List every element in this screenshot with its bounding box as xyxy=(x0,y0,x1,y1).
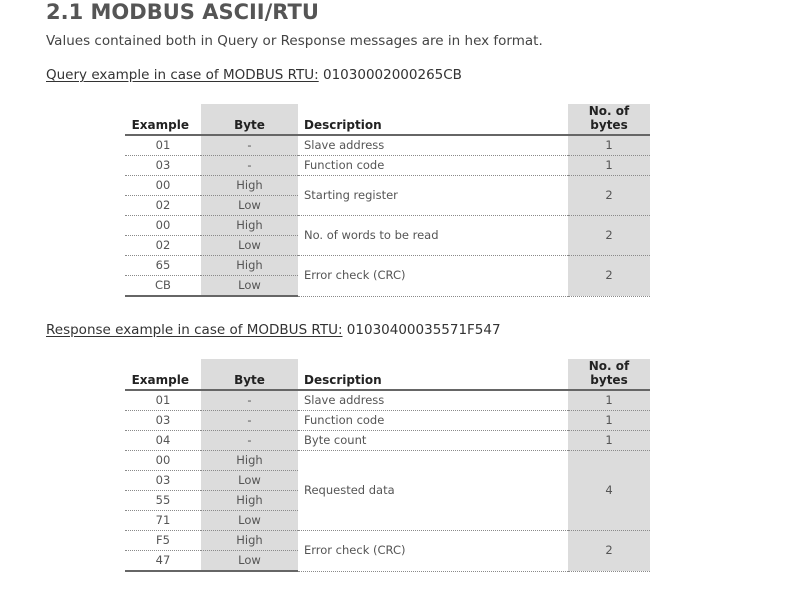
byte-cell: - xyxy=(201,390,298,411)
response-example-label: Response example in case of MODBUS RTU: xyxy=(46,322,343,338)
description-cell: Slave address xyxy=(298,390,568,411)
bytes-cell: 1 xyxy=(568,410,650,431)
example-cell: 03 xyxy=(125,470,201,491)
description-cell: Starting register xyxy=(298,175,568,216)
query-example-line: Query example in case of MODBUS RTU: 010… xyxy=(46,67,462,83)
query-table-header-row: Example Byte Description No. of bytes xyxy=(125,104,650,136)
description-cell: Requested data xyxy=(298,450,568,531)
byte-cell: High xyxy=(201,215,298,236)
example-cell: 03 xyxy=(125,155,201,176)
example-cell: 04 xyxy=(125,430,201,451)
description-cell: Slave address xyxy=(298,135,568,156)
example-cell: 65 xyxy=(125,255,201,276)
table-row: 03 - Function code 1 xyxy=(125,410,650,431)
query-example-label: Query example in case of MODBUS RTU: xyxy=(46,67,319,83)
example-cell: 00 xyxy=(125,450,201,471)
byte-cell: Low xyxy=(201,235,298,256)
description-cell: No. of words to be read xyxy=(298,215,568,256)
bytes-cell: 1 xyxy=(568,135,650,156)
bytes-cell: 2 xyxy=(568,255,650,297)
table-row: 00 High Starting register 2 xyxy=(125,175,650,216)
page-title: 2.1 MODBUS ASCII/RTU xyxy=(46,0,319,24)
header-example: Example xyxy=(125,359,201,391)
header-byte: Byte xyxy=(201,104,298,136)
byte-cell: High xyxy=(201,490,298,511)
bytes-cell: 2 xyxy=(568,175,650,216)
byte-cell: Low xyxy=(201,195,298,216)
example-cell: 71 xyxy=(125,510,201,531)
bytes-cell: 2 xyxy=(568,215,650,256)
byte-cell: Low xyxy=(201,550,298,572)
example-cell: 02 xyxy=(125,195,201,216)
bytes-cell: 1 xyxy=(568,430,650,451)
byte-cell: High xyxy=(201,530,298,551)
example-cell: 01 xyxy=(125,135,201,156)
table-row: 01 - Slave address 1 xyxy=(125,390,650,411)
example-cell: 03 xyxy=(125,410,201,431)
query-table: Example Byte Description No. of bytes 01… xyxy=(125,104,650,297)
bytes-cell: 2 xyxy=(568,530,650,572)
query-example-value: 01030002000265CB xyxy=(323,67,462,83)
bytes-cell: 1 xyxy=(568,390,650,411)
response-example-line: Response example in case of MODBUS RTU: … xyxy=(46,322,501,338)
example-cell: F5 xyxy=(125,530,201,551)
example-cell: 01 xyxy=(125,390,201,411)
example-cell: 00 xyxy=(125,215,201,236)
byte-cell: Low xyxy=(201,510,298,531)
byte-cell: High xyxy=(201,175,298,196)
header-description: Description xyxy=(298,104,568,136)
description-cell: Function code xyxy=(298,410,568,431)
table-row: 65 High Error check (CRC) 2 xyxy=(125,255,650,297)
byte-cell: - xyxy=(201,410,298,431)
header-example: Example xyxy=(125,104,201,136)
description-cell: Function code xyxy=(298,155,568,176)
header-no-of-bytes: No. of bytes xyxy=(568,359,650,391)
header-description: Description xyxy=(298,359,568,391)
table-row: 00 High Requested data 4 xyxy=(125,450,650,531)
example-cell: 55 xyxy=(125,490,201,511)
byte-cell: High xyxy=(201,450,298,471)
description-cell: Error check (CRC) xyxy=(298,255,568,297)
example-cell: 47 xyxy=(125,550,201,572)
table-row: 00 High No. of words to be read 2 xyxy=(125,215,650,256)
description-cell: Error check (CRC) xyxy=(298,530,568,572)
byte-cell: - xyxy=(201,155,298,176)
description-cell: Byte count xyxy=(298,430,568,451)
byte-cell: - xyxy=(201,430,298,451)
header-no-of-bytes: No. of bytes xyxy=(568,104,650,136)
byte-cell: - xyxy=(201,135,298,156)
response-table: Example Byte Description No. of bytes 01… xyxy=(125,359,650,572)
table-row: 01 - Slave address 1 xyxy=(125,135,650,156)
bytes-cell: 4 xyxy=(568,450,650,531)
table-row: F5 High Error check (CRC) 2 xyxy=(125,530,650,572)
response-example-value: 01030400035571F547 xyxy=(346,322,501,338)
byte-cell: High xyxy=(201,255,298,276)
byte-cell: Low xyxy=(201,275,298,297)
byte-cell: Low xyxy=(201,470,298,491)
header-byte: Byte xyxy=(201,359,298,391)
intro-text: Values contained both in Query or Respon… xyxy=(46,33,543,49)
bytes-cell: 1 xyxy=(568,155,650,176)
example-cell: 00 xyxy=(125,175,201,196)
table-row: 03 - Function code 1 xyxy=(125,155,650,176)
response-table-header-row: Example Byte Description No. of bytes xyxy=(125,359,650,391)
example-cell: 02 xyxy=(125,235,201,256)
example-cell: CB xyxy=(125,275,201,297)
table-row: 04 - Byte count 1 xyxy=(125,430,650,451)
